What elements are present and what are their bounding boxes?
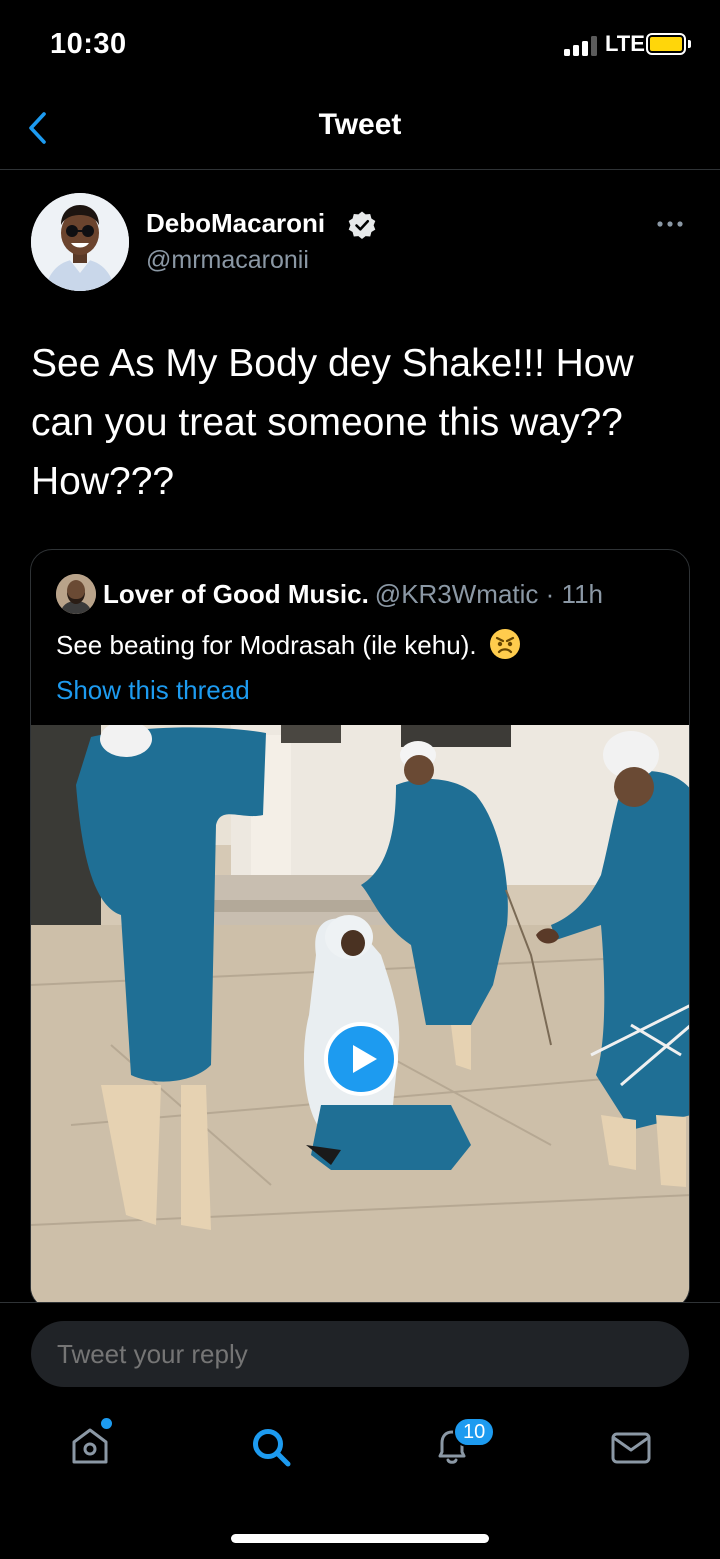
author-name[interactable]: DeboMacaroni — [146, 208, 325, 239]
more-options-icon[interactable] — [652, 212, 688, 236]
show-thread-link[interactable]: Show this thread — [56, 675, 250, 706]
video-thumbnail[interactable] — [31, 725, 689, 1308]
quote-author-name: Lover of Good Music. — [103, 579, 369, 609]
tweet-text: See As My Body dey Shake!!! How can you … — [31, 342, 634, 503]
signal-strength-icon — [564, 36, 600, 56]
messages-icon[interactable] — [609, 1426, 653, 1470]
verified-badge-icon — [348, 211, 376, 239]
quoted-tweet-card[interactable]: Lover of Good Music. @KR3Wmatic · 11h See… — [30, 549, 690, 1309]
reply-and-tab-bar: 10 — [0, 1302, 720, 1559]
angry-face-icon — [489, 629, 520, 659]
avatar-image — [31, 193, 129, 291]
notification-count-badge: 10 — [453, 1417, 496, 1447]
search-icon[interactable] — [249, 1425, 293, 1469]
quote-header: Lover of Good Music. @KR3Wmatic · 11h — [103, 579, 603, 610]
battery-nub — [688, 40, 691, 48]
battery-icon — [646, 33, 686, 55]
author-handle[interactable]: @mrmacaronii — [146, 246, 309, 275]
nav-bar: Tweet — [0, 88, 720, 170]
home-unread-dot — [101, 1418, 112, 1429]
home-icon[interactable] — [68, 1424, 112, 1468]
play-button-icon[interactable] — [323, 1021, 399, 1097]
quote-meta: @KR3Wmatic · 11h — [374, 579, 603, 609]
reply-input[interactable] — [31, 1321, 689, 1387]
status-time: 10:30 — [50, 28, 127, 60]
quote-author-avatar — [56, 574, 96, 614]
home-indicator[interactable] — [231, 1534, 489, 1543]
network-label: LTE — [605, 31, 645, 56]
quote-text: See beating for Modrasah (ile kehu). — [56, 630, 477, 660]
author-avatar[interactable] — [31, 193, 129, 291]
page-title: Tweet — [318, 108, 402, 141]
quote-avatar-image — [56, 574, 96, 614]
quote-text-line: See beating for Modrasah (ile kehu). — [56, 628, 521, 661]
status-bar: 10:30 LTE — [0, 0, 720, 88]
video-frame — [31, 725, 689, 1308]
